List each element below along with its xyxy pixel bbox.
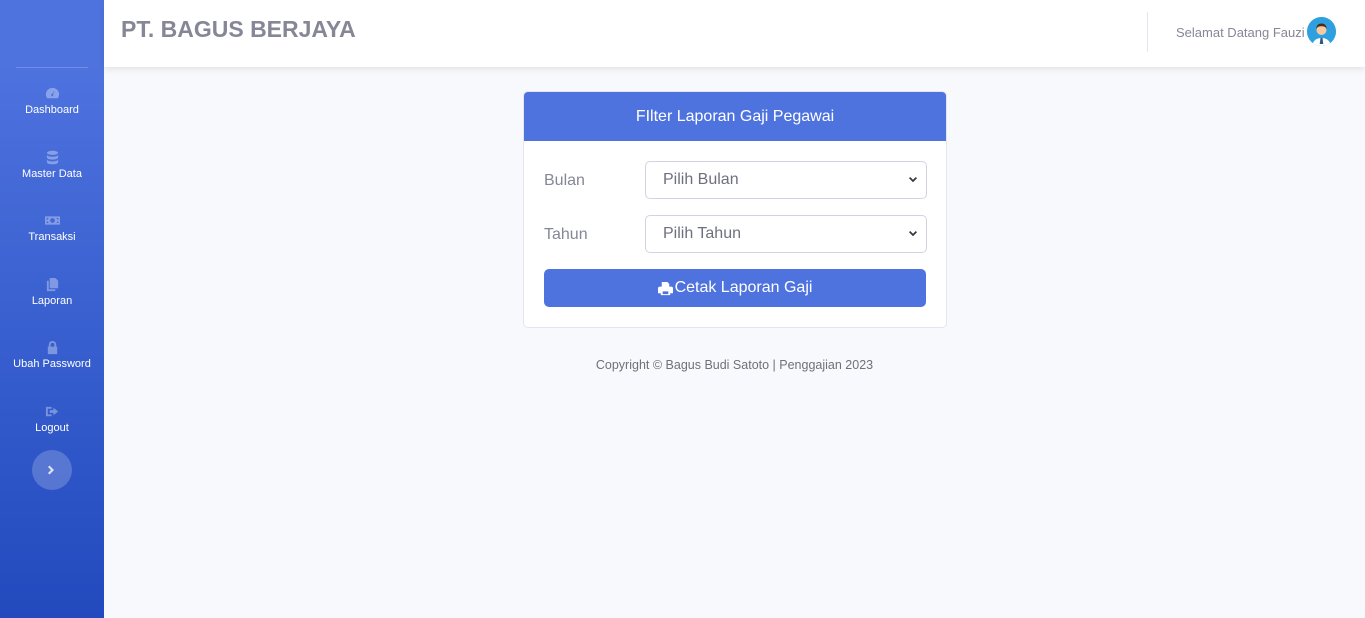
sign-out-icon	[44, 403, 60, 419]
sidebar-toggle-button[interactable]	[32, 450, 72, 490]
footer-copyright: Copyright © Bagus Budi Satoto | Penggaji…	[595, 358, 874, 372]
sidebar-item-label: Ubah Password	[13, 358, 91, 370]
sidebar-item-label: Master Data	[22, 168, 82, 180]
sidebar-item-label: Dashboard	[25, 104, 79, 116]
tahun-select-value: Pilih Tahun	[663, 225, 741, 242]
sidebar-item-master-data[interactable]: Master Data	[0, 149, 104, 201]
bulan-select[interactable]: Pilih Bulan	[645, 161, 927, 199]
chevron-down-icon	[908, 175, 918, 185]
money-bill-icon	[44, 212, 60, 228]
copy-icon	[44, 276, 60, 292]
database-icon	[44, 149, 60, 165]
print-report-button[interactable]: Cetak Laporan Gaji	[544, 269, 926, 307]
sidebar-item-label: Laporan	[31, 295, 73, 307]
bulan-select-value: Pilih Bulan	[663, 171, 739, 188]
filter-card: FIlter Laporan Gaji Pegawai Bulan Pilih …	[523, 91, 947, 328]
card-header: FIlter Laporan Gaji Pegawai	[524, 92, 946, 141]
avatar[interactable]	[1307, 17, 1336, 46]
brand-title: PT. BAGUS BERJAYA	[121, 16, 356, 42]
sidebar-divider	[16, 67, 88, 68]
sidebar-item-transaksi[interactable]: Transaksi	[0, 212, 104, 264]
sidebar-item-label: Transaksi	[28, 231, 76, 243]
lock-icon	[44, 339, 60, 355]
sidebar-item-logout[interactable]: Logout	[0, 403, 104, 455]
chevron-right-icon	[46, 464, 58, 476]
print-button-label: Cetak Laporan Gaji	[674, 279, 813, 296]
user-greeting[interactable]: Selamat Datang Fauzi	[1176, 25, 1305, 40]
tahun-label: Tahun	[544, 226, 588, 243]
topbar-divider	[1147, 12, 1148, 52]
chevron-down-icon	[908, 229, 918, 239]
tahun-select[interactable]: Pilih Tahun	[645, 215, 927, 253]
print-icon	[657, 281, 675, 296]
topbar: PT. BAGUS BERJAYA Selamat Datang Fauzi	[104, 0, 1365, 67]
sidebar-item-label: Logout	[35, 422, 69, 434]
sidebar-item-laporan[interactable]: Laporan	[0, 276, 104, 328]
user-avatar-icon	[1307, 17, 1336, 46]
bulan-label: Bulan	[544, 172, 585, 189]
sidebar: Dashboard Master Data Transaksi Laporan …	[0, 0, 104, 618]
tachometer-icon	[44, 85, 60, 101]
sidebar-item-dashboard[interactable]: Dashboard	[0, 85, 104, 137]
card-title: FIlter Laporan Gaji Pegawai	[635, 107, 835, 125]
sidebar-item-ubah-password[interactable]: Ubah Password	[0, 339, 104, 391]
